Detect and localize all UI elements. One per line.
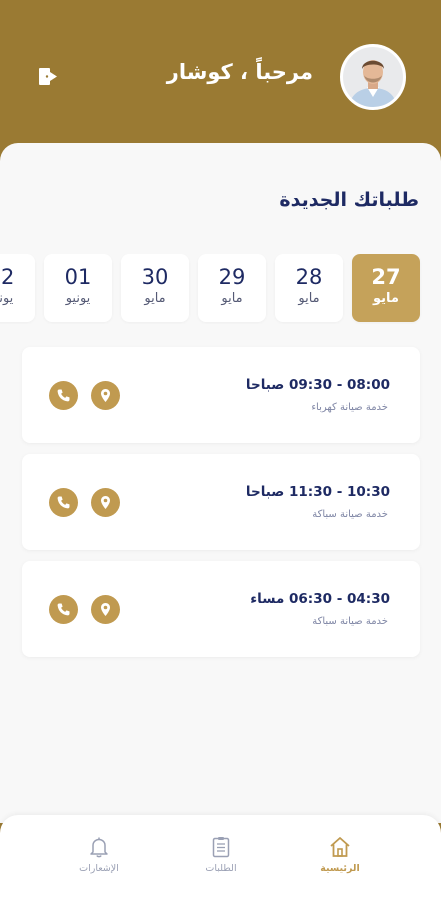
request-service: خدمة صيانة كهرباء: [311, 402, 388, 413]
date-day: 29: [218, 265, 246, 289]
location-pin-icon: [101, 389, 110, 402]
logout-button[interactable]: [36, 64, 62, 90]
location-pin-icon: [101, 603, 110, 616]
date-chip-4[interactable]: 30 مايو: [121, 254, 189, 322]
date-month: يونيو: [0, 291, 14, 306]
date-day: 02: [0, 265, 15, 289]
date-day: 28: [295, 265, 323, 289]
bell-icon: [90, 837, 108, 858]
date-day: 30: [141, 265, 169, 289]
location-button[interactable]: [91, 488, 120, 517]
date-chip-1[interactable]: 27 مايو: [352, 254, 420, 322]
call-button[interactable]: [49, 381, 78, 410]
location-button[interactable]: [91, 381, 120, 410]
bottom-nav: الرئيسية الطلبات الإشعارات: [0, 815, 441, 900]
call-button[interactable]: [49, 488, 78, 517]
date-month: يونيو: [65, 291, 91, 306]
request-service: خدمة صيانة سباكة: [312, 509, 388, 520]
phone-icon: [57, 496, 70, 509]
clipboard-list-icon: [212, 837, 230, 858]
nav-home-label: الرئيسية: [320, 863, 360, 874]
user-photo-icon: [343, 47, 403, 107]
nav-notifications-label: الإشعارات: [79, 863, 119, 874]
app-header: مرحباً ، كوشار: [0, 0, 441, 160]
nav-home[interactable]: الرئيسية: [300, 835, 380, 885]
date-month: مايو: [144, 291, 166, 306]
date-day: 27: [371, 265, 401, 289]
nav-notifications[interactable]: الإشعارات: [59, 835, 139, 885]
request-service: خدمة صيانة سباكة: [312, 616, 388, 627]
date-day: 01: [64, 265, 92, 289]
section-title: طلباتك الجديدة: [279, 189, 419, 211]
avatar[interactable]: [340, 44, 406, 110]
call-button[interactable]: [49, 595, 78, 624]
logout-icon: [39, 68, 57, 85]
phone-icon: [57, 603, 70, 616]
nav-orders[interactable]: الطلبات: [181, 835, 261, 885]
date-chip-3[interactable]: 29 مايو: [198, 254, 266, 322]
date-chip-5[interactable]: 01 يونيو: [44, 254, 112, 322]
request-time: 10:30 - 11:30 صباحا: [245, 484, 390, 500]
location-button[interactable]: [91, 595, 120, 624]
date-chip-2[interactable]: 28 مايو: [275, 254, 343, 322]
date-chip-6[interactable]: 02 يونيو: [0, 254, 35, 322]
request-time: 08:00 - 09:30 صباحا: [245, 377, 390, 393]
nav-orders-label: الطلبات: [205, 863, 237, 874]
phone-icon: [57, 389, 70, 402]
date-month: مايو: [221, 291, 243, 306]
request-time: 04:30 - 06:30 مساء: [250, 591, 390, 607]
home-icon: [330, 837, 350, 857]
date-month: مايو: [298, 291, 320, 306]
request-card[interactable]: 08:00 - 09:30 صباحا خدمة صيانة كهرباء: [22, 347, 420, 443]
date-selector[interactable]: 27 مايو 28 مايو 29 مايو 30 مايو 01 يونيو…: [0, 254, 441, 324]
date-month: مايو: [373, 291, 399, 306]
greeting-text: مرحباً ، كوشار: [166, 60, 313, 84]
location-pin-icon: [101, 496, 110, 509]
request-card[interactable]: 04:30 - 06:30 مساء خدمة صيانة سباكة: [22, 561, 420, 657]
request-card[interactable]: 10:30 - 11:30 صباحا خدمة صيانة سباكة: [22, 454, 420, 550]
